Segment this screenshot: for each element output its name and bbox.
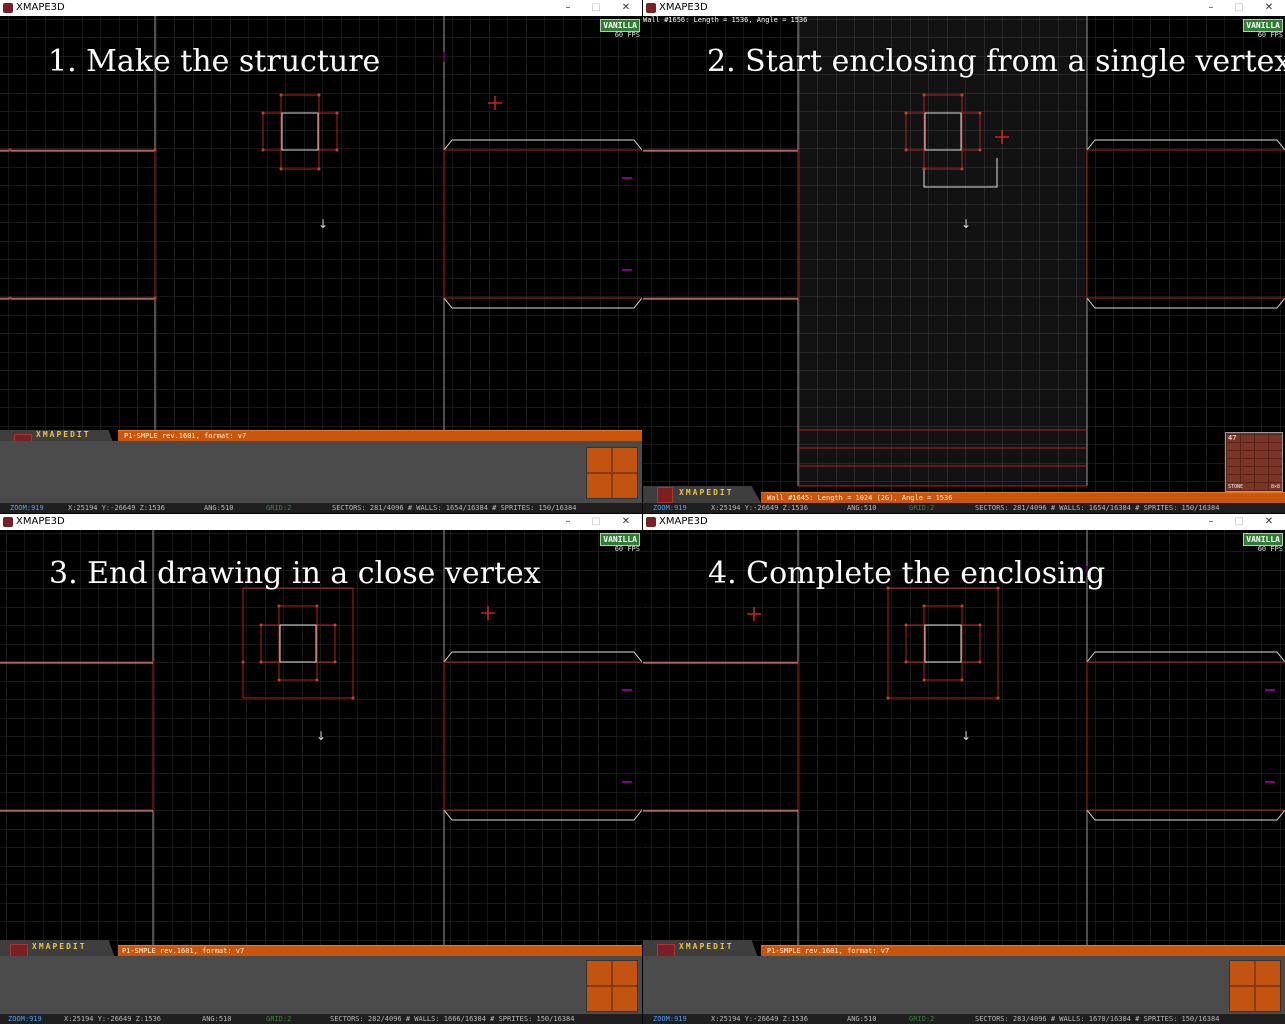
fps-counter: 60 FPS	[1257, 31, 1283, 39]
zoom-readout: ZOOM:919	[8, 1015, 42, 1023]
maximize-button[interactable]: □	[582, 514, 610, 530]
maximize-button[interactable]: □	[582, 0, 610, 16]
svg-text:↓: ↓	[961, 729, 971, 743]
info-panel	[643, 956, 1285, 1014]
bottom-panel: XMAPEDIT P1-SMPLE rev.1601, format: v7 Z…	[0, 940, 642, 1024]
texture-preview[interactable]: 47 STONE 8×8	[1225, 432, 1283, 492]
step-caption: 1. Make the structure	[48, 44, 381, 79]
map-info: P1-SMPLE rev.1601, format: v7	[124, 432, 247, 440]
map-grid[interactable]: ↓	[643, 16, 1285, 513]
coords-readout: X:25194 Y:-26649 Z:1536	[711, 1015, 808, 1023]
angle-readout: ANG:510	[204, 504, 234, 512]
angle-readout: ANG:510	[847, 504, 877, 512]
window-title: XMAPE3D	[16, 516, 65, 527]
map-counts: SECTORS: 283/4096 # WALLS: 1670/16384 # …	[975, 1015, 1220, 1023]
maximize-button[interactable]: □	[1225, 0, 1253, 16]
info-bar: Wall #1645: Length = 1024 (2G), Angle = …	[761, 492, 1285, 503]
fps-counter: 60 FPS	[614, 545, 640, 553]
status-bar: ZOOM:919 X:25194 Y:-26649 Z:1536 ANG:510…	[0, 503, 642, 513]
angle-readout: ANG:510	[202, 1015, 232, 1023]
window-title: XMAPE3D	[659, 516, 708, 527]
map-canvas[interactable]: ↓ 4. Complete the enclosing VANILLA 60 F…	[643, 530, 1285, 1024]
status-bar: ZOOM:919 X:25194 Y:-26649 Z:1536 ANG:510…	[643, 1014, 1285, 1024]
logo-icon	[657, 487, 673, 503]
zoom-readout: ZOOM:919	[10, 504, 44, 512]
close-button[interactable]: ✕	[612, 514, 640, 530]
info-panel	[0, 956, 642, 1014]
step-caption: 2. Start enclosing from a single vertex	[707, 44, 1285, 79]
step-caption: 4. Complete the enclosing	[708, 556, 1106, 591]
fps-counter: 60 FPS	[1257, 545, 1283, 553]
coords-readout: X:25194 Y:-26649 Z:1536	[711, 504, 808, 512]
zoom-readout: ZOOM:919	[653, 1015, 687, 1023]
app-icon	[3, 3, 13, 13]
texture-thumbnail[interactable]	[586, 960, 638, 1012]
texture-number: 47	[1228, 434, 1237, 442]
close-button[interactable]: ✕	[612, 0, 640, 16]
angle-readout: ANG:510	[847, 1015, 877, 1023]
wall-info: Wall #1656: Length = 1536, Angle = 1536	[643, 16, 808, 24]
map-canvas[interactable]: ↓ 1. Make the structure VANILLA 60 FPS X…	[0, 16, 642, 513]
map-canvas[interactable]: ↓ Wall #1656: Length = 1536, Angle = 153…	[643, 16, 1285, 513]
logo-text: XMAPEDIT	[32, 942, 87, 951]
map-info: P1-SMPLE rev.1601, format: v7	[122, 947, 245, 955]
coords-readout: X:25194 Y:-26649 Z:1536	[68, 504, 165, 512]
grid-readout: GRID:2	[266, 504, 292, 512]
status-bar: ZOOM:919 X:25194 Y:-26649 Z:1536 ANG:510…	[0, 1014, 642, 1024]
grid-readout: GRID:2	[909, 504, 935, 512]
step-caption: 3. End drawing in a close vertex	[49, 556, 541, 591]
maximize-button[interactable]: □	[1225, 514, 1253, 530]
window-titlebar[interactable]: XMAPE3D – □ ✕	[643, 0, 1285, 16]
window-title: XMAPE3D	[16, 2, 65, 13]
logo-text: XMAPEDIT	[36, 430, 91, 439]
map-counts: SECTORS: 281/4096 # WALLS: 1654/16384 # …	[975, 504, 1220, 512]
grid-readout: GRID:2	[909, 1015, 935, 1023]
minimize-button[interactable]: –	[554, 0, 582, 16]
info-bar: P1-SMPLE rev.1601, format: v7	[118, 945, 642, 956]
info-panel	[0, 441, 642, 503]
panel-2: XMAPE3D – □ ✕ ↓ Wall #1656: Length = 153…	[643, 0, 1285, 513]
minimize-button[interactable]: –	[1197, 514, 1225, 530]
minimize-button[interactable]: –	[554, 514, 582, 530]
minimize-button[interactable]: –	[1197, 0, 1225, 16]
svg-text:↓: ↓	[961, 217, 971, 231]
window-titlebar[interactable]: XMAPE3D – □ ✕	[0, 514, 642, 530]
svg-text:↓: ↓	[318, 217, 328, 231]
app-icon	[646, 3, 656, 13]
panel-3: XMAPE3D – □ ✕ ↓ 3. End drawing in a clos…	[0, 514, 642, 1024]
panel-4: XMAPE3D – □ ✕ ↓ 4. Complete the enclosin…	[643, 514, 1285, 1024]
wall-hint: Wall #1645: Length = 1024 (2G), Angle = …	[767, 494, 953, 502]
svg-text:↓: ↓	[316, 729, 326, 743]
close-button[interactable]: ✕	[1255, 514, 1283, 530]
zoom-readout: ZOOM:919	[653, 504, 687, 512]
panel-1: XMAPE3D – □ ✕ ↓ 1. Make the structure VA…	[0, 0, 642, 513]
grid-readout: GRID:2	[266, 1015, 292, 1023]
logo-text: XMAPEDIT	[679, 488, 734, 497]
window-title: XMAPE3D	[659, 2, 708, 13]
coords-readout: X:25194 Y:-26649 Z:1536	[64, 1015, 161, 1023]
bottom-panel: XMAPEDIT Wall #1645: Length = 1024 (2G),…	[643, 486, 1285, 513]
app-icon	[3, 517, 13, 527]
fps-counter: 60 FPS	[614, 31, 640, 39]
map-counts: SECTORS: 282/4096 # WALLS: 1666/16384 # …	[330, 1015, 575, 1023]
info-bar: P1-SMPLE rev.1601, format: v7	[118, 430, 642, 441]
close-button[interactable]: ✕	[1255, 0, 1283, 16]
window-titlebar[interactable]: XMAPE3D – □ ✕	[643, 514, 1285, 530]
bottom-panel: XMAPEDIT P1-SMPLE rev.1601, format: v7 Z…	[0, 430, 642, 513]
window-titlebar[interactable]: XMAPE3D – □ ✕	[0, 0, 642, 16]
map-canvas[interactable]: ↓ 3. End drawing in a close vertex VANIL…	[0, 530, 642, 1024]
bottom-panel: XMAPEDIT P1-SMPLE rev.1601, format: v7 Z…	[643, 940, 1285, 1024]
app-icon	[646, 517, 656, 527]
logo-text: XMAPEDIT	[679, 942, 734, 951]
texture-thumbnail[interactable]	[586, 447, 638, 499]
status-bar: ZOOM:919 X:25194 Y:-26649 Z:1536 ANG:510…	[643, 503, 1285, 513]
map-counts: SECTORS: 281/4096 # WALLS: 1654/16384 # …	[332, 504, 577, 512]
texture-thumbnail[interactable]	[1229, 960, 1281, 1012]
info-bar: P1-SMPLE rev.1601, format: v7	[761, 945, 1285, 956]
map-info: P1-SMPLE rev.1601, format: v7	[767, 947, 890, 955]
